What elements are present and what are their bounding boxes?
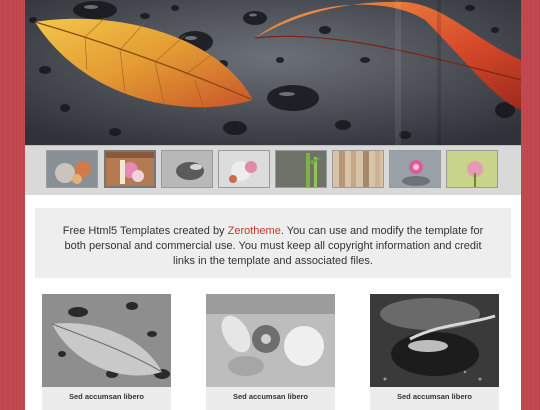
zerotheme-link[interactable]: Zerotheme	[228, 225, 281, 237]
thumbnail-2[interactable]	[104, 150, 156, 188]
notice-text-before: Free Html5 Templates created by	[62, 225, 228, 237]
thumbnail-image	[47, 151, 97, 187]
hero-slider[interactable]	[25, 0, 521, 145]
card-caption: Sed accumsan libero	[232, 392, 309, 401]
thumbnail-5[interactable]	[275, 150, 327, 188]
thumbnail-1[interactable]	[46, 150, 98, 188]
hero-slider-image	[25, 0, 521, 145]
content-card-2[interactable]: Sed accumsan libero	[206, 294, 335, 410]
thumbnail-image	[276, 151, 326, 187]
thumbnail-image	[447, 151, 497, 187]
thumbnail-image	[106, 152, 154, 186]
thumbnail-7[interactable]	[389, 150, 441, 188]
thumbnail-image	[333, 151, 383, 187]
thumbnail-strip	[25, 145, 521, 195]
thumbnail-6[interactable]	[332, 150, 384, 188]
card-image	[370, 294, 499, 387]
card-caption: Sed accumsan libero	[396, 392, 473, 401]
thumbnail-8[interactable]	[446, 150, 498, 188]
card-caption: Sed accumsan libero	[68, 392, 145, 401]
thumbnail-image	[390, 151, 440, 187]
thumbnail-image	[162, 151, 212, 187]
notice-box: Free Html5 Templates created by Zerothem…	[35, 208, 511, 278]
content-card-3[interactable]: Sed accumsan libero	[370, 294, 499, 410]
card-image	[42, 294, 171, 387]
thumbnail-3[interactable]	[161, 150, 213, 188]
content-card-1[interactable]: Sed accumsan libero	[42, 294, 171, 410]
page-container: Free Html5 Templates created by Zerothem…	[25, 0, 521, 410]
thumbnail-image	[219, 151, 269, 187]
card-image	[206, 294, 335, 387]
thumbnail-4[interactable]	[218, 150, 270, 188]
